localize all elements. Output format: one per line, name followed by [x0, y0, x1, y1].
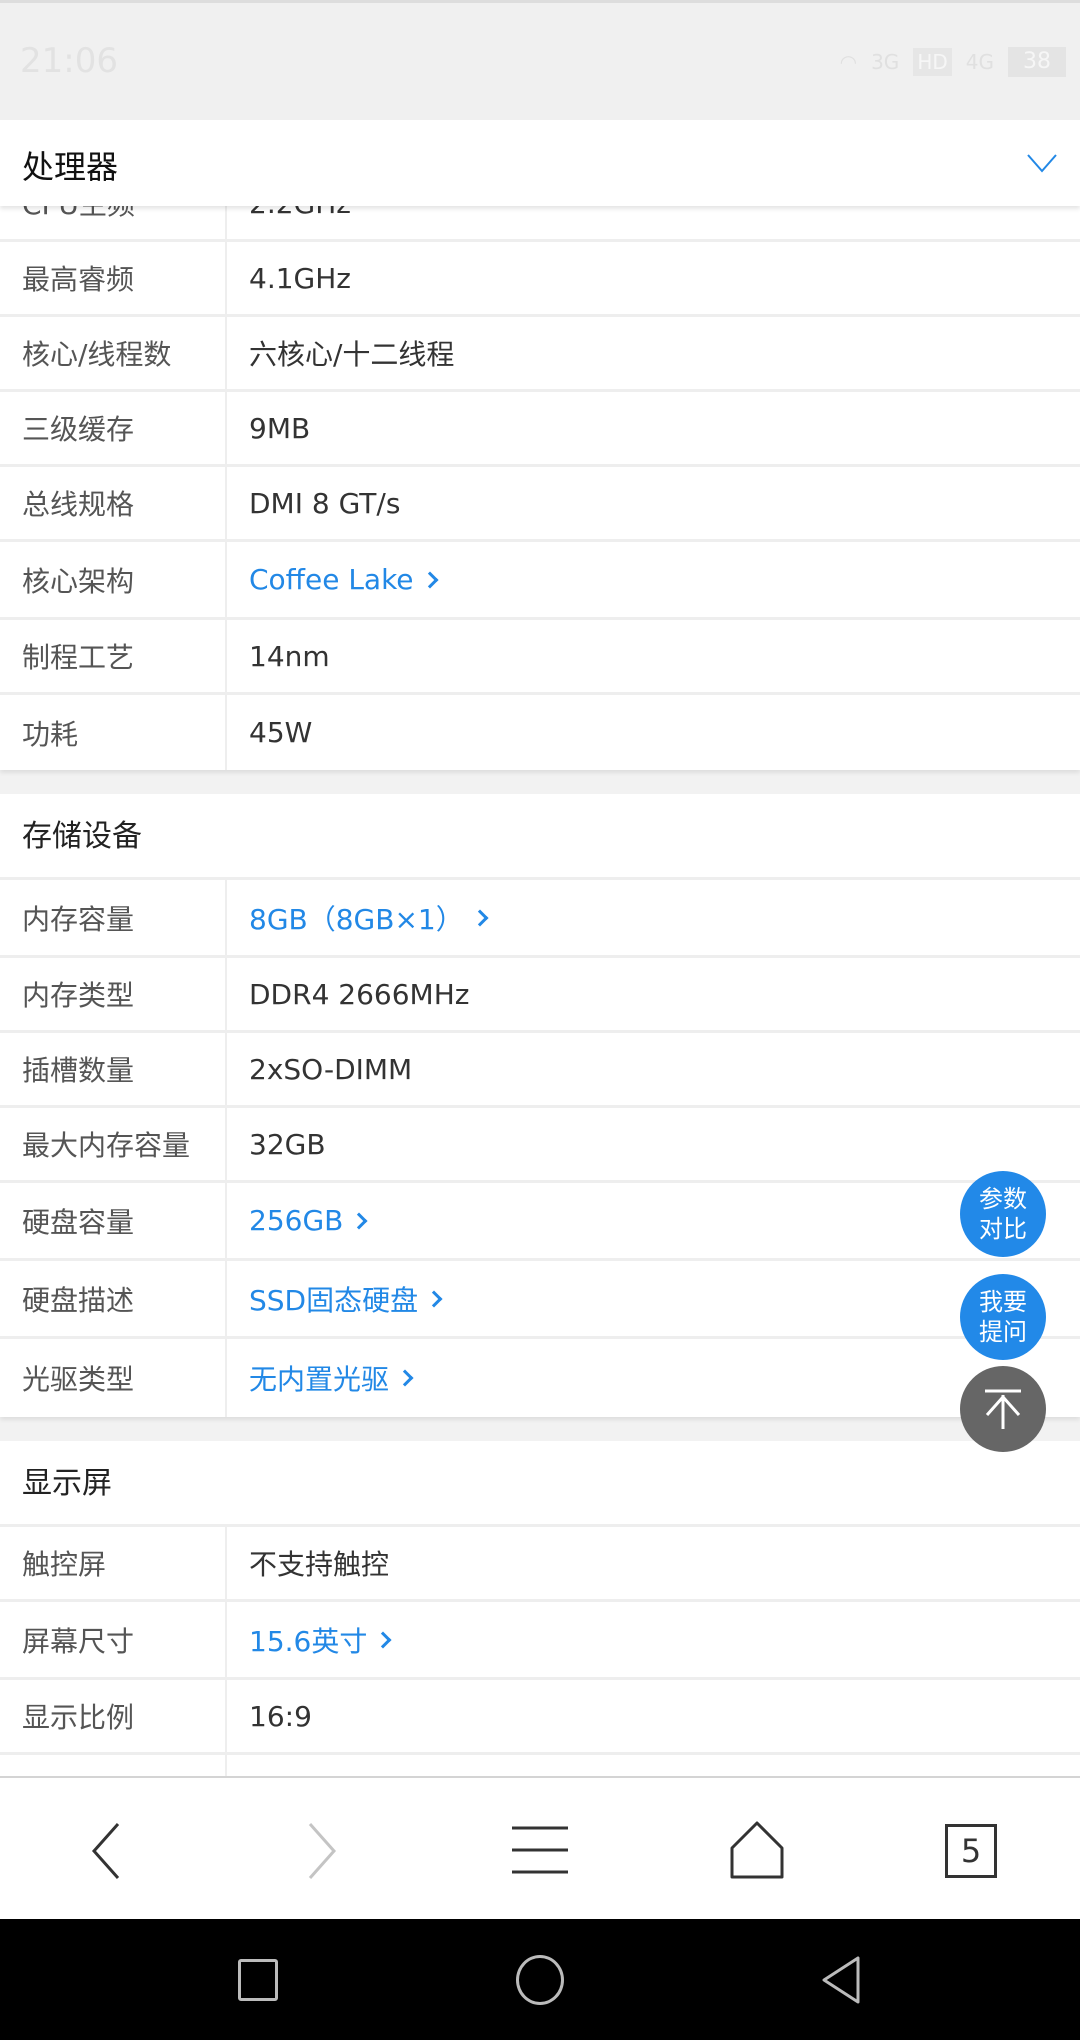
- row-value: 45W: [249, 716, 313, 749]
- fab-label: 参数: [979, 1185, 1027, 1213]
- row-label: 最大内存容量: [0, 1108, 227, 1180]
- status-bar: 21:06 ◠ 3G HD 4G 38: [0, 0, 1080, 120]
- row-label: 制程工艺: [0, 620, 227, 692]
- menu-icon[interactable]: [510, 1824, 570, 1876]
- row-link[interactable]: Coffee Lake: [227, 542, 439, 617]
- signal-3g-icon: 3G: [871, 50, 900, 74]
- row-label: 触控屏: [0, 1527, 227, 1599]
- forward-icon[interactable]: [306, 1822, 338, 1880]
- link-text[interactable]: 256GB: [249, 1204, 343, 1237]
- link-text[interactable]: 15.6英寸: [249, 1620, 367, 1660]
- arrow-up-icon: [985, 1389, 1021, 1429]
- row-value: 32GB: [249, 1127, 326, 1161]
- section-storage: 存储设备 内存容量 8GB（8GB×1） 内存类型 DDR4 2666MHz 插槽数…: [0, 794, 1080, 1417]
- chevron-down-icon[interactable]: [1026, 152, 1058, 174]
- row-label: 硬盘容量: [0, 1183, 227, 1258]
- row-link[interactable]: 15.6英寸: [227, 1602, 392, 1677]
- row-label: 功耗: [0, 695, 227, 770]
- chevron-right-icon: [374, 1631, 392, 1648]
- row-value: 9MB: [249, 411, 311, 445]
- home-nav-icon[interactable]: [516, 1955, 564, 2005]
- fab-label: 对比: [979, 1215, 1027, 1243]
- wifi-icon: ◠: [839, 50, 858, 74]
- row-label: 光驱类型: [0, 1339, 227, 1417]
- row-label: 插槽数量: [0, 1033, 227, 1105]
- spec-list[interactable]: CPU主频2.2GHz 最高睿频4.1GHz 核心/线程数六核心/十二线程 三级…: [0, 120, 1080, 1776]
- row-value: 14nm: [249, 639, 330, 673]
- sticky-header-title: 处理器: [22, 148, 119, 186]
- system-nav-bar: [0, 1919, 1080, 2040]
- table-row: [0, 1755, 1080, 1776]
- link-text[interactable]: SSD固态硬盘: [249, 1279, 418, 1319]
- back-nav-icon[interactable]: [818, 1955, 862, 2005]
- row-label: 屏幕尺寸: [0, 1602, 227, 1677]
- section-title: 存储设备: [0, 794, 1080, 880]
- section-title: 显示屏: [0, 1441, 1080, 1527]
- back-to-top-button[interactable]: [960, 1366, 1046, 1452]
- section-display: 显示屏 触控屏 不支持触控 屏幕尺寸 15.6英寸 显示比例 16:9: [0, 1441, 1080, 1776]
- status-time: 21:06: [20, 41, 118, 81]
- row-label: 核心架构: [0, 542, 227, 617]
- row-label: 显示比例: [0, 1680, 227, 1752]
- browser-toolbar: 5: [0, 1776, 1080, 1919]
- row-label: 总线规格: [0, 467, 227, 539]
- fab-label: 我要: [979, 1288, 1027, 1316]
- chevron-right-icon: [396, 1369, 414, 1387]
- row-label: 最高睿频: [0, 242, 227, 314]
- home-icon[interactable]: [728, 1820, 786, 1880]
- row-label: 三级缓存: [0, 392, 227, 464]
- row-value: DMI 8 GT/s: [249, 486, 401, 520]
- row-value: [227, 1755, 249, 1776]
- link-text[interactable]: Coffee Lake: [249, 563, 414, 596]
- sticky-section-header[interactable]: 处理器: [0, 120, 1080, 206]
- row-label: [0, 1755, 227, 1776]
- row-label: 核心/线程数: [0, 317, 227, 389]
- row-label: 硬盘描述: [0, 1261, 227, 1336]
- row-label: 内存容量: [0, 880, 227, 955]
- battery-icon: 38: [1008, 47, 1066, 77]
- signal-4g-icon: 4G: [965, 50, 994, 74]
- chevron-right-icon: [425, 1290, 443, 1307]
- section-processor: CPU主频2.2GHz 最高睿频4.1GHz 核心/线程数六核心/十二线程 三级…: [0, 167, 1080, 770]
- row-value: 不支持触控: [249, 1548, 390, 1581]
- compare-params-button[interactable]: 参数 对比: [960, 1171, 1046, 1257]
- link-text[interactable]: 8GB（8GB×1）: [249, 898, 464, 938]
- row-link[interactable]: 无内置光驱: [227, 1339, 414, 1417]
- row-value: 2xSO-DIMM: [249, 1052, 413, 1086]
- hd-icon: HD: [913, 48, 952, 76]
- row-label: 内存类型: [0, 958, 227, 1030]
- recents-icon[interactable]: [238, 1959, 278, 2001]
- row-link[interactable]: 256GB: [227, 1183, 368, 1258]
- row-value: DDR4 2666MHz: [249, 977, 470, 1011]
- chevron-right-icon: [471, 909, 489, 926]
- back-icon[interactable]: [90, 1822, 122, 1880]
- row-value: 4.1GHz: [249, 261, 351, 295]
- chevron-right-icon: [350, 1212, 368, 1229]
- tabs-button[interactable]: 5: [945, 1824, 997, 1878]
- chevron-right-icon: [421, 571, 439, 588]
- row-link[interactable]: 8GB（8GB×1）: [227, 880, 489, 955]
- link-text[interactable]: 无内置光驱: [249, 1358, 389, 1398]
- row-value: 16:9: [249, 1699, 312, 1733]
- ask-question-button[interactable]: 我要 提问: [960, 1274, 1046, 1360]
- row-link[interactable]: SSD固态硬盘: [227, 1261, 443, 1336]
- row-value: 六核心/十二线程: [249, 338, 455, 371]
- fab-label: 提问: [979, 1318, 1027, 1346]
